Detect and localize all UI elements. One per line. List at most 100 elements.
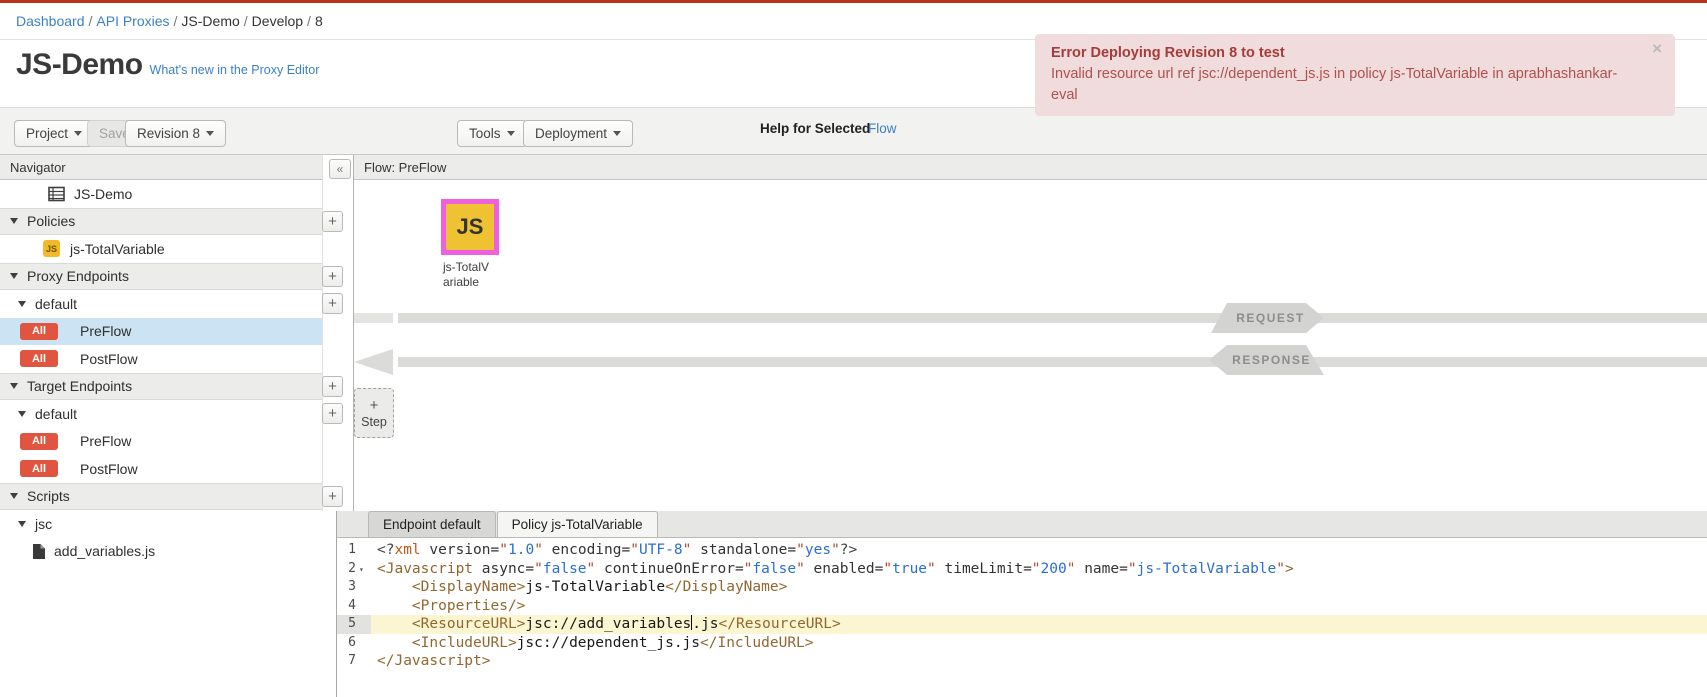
navigator-panel: Navigator « JS-Demo Policies + JSjs-TotalVa… (0, 155, 352, 697)
js-policy-label-line2: ariable (443, 275, 513, 290)
nav-row-target-endpoints[interactable]: Target Endpoints + (0, 373, 352, 401)
nav-label-policies: Policies (27, 213, 75, 229)
gutter-6: 6 (337, 634, 371, 653)
help-for-selected-label: Help for Selected (760, 121, 870, 136)
caret-down-icon (18, 411, 26, 417)
nav-row-jsc[interactable]: jsc (0, 510, 352, 538)
breadcrumb-item-8: 8 (315, 13, 323, 29)
editor-tabbar: Endpoint defaultPolicy js-TotalVariable (337, 511, 1707, 538)
caret-down-icon (613, 131, 621, 136)
close-icon[interactable]: × (1652, 40, 1662, 57)
line-number: 1 (337, 541, 359, 560)
revision-menu-button[interactable]: Revision 8 (125, 120, 226, 147)
add-button[interactable]: + (322, 211, 343, 232)
breadcrumb-separator: / (244, 13, 248, 29)
nav-row-postflow[interactable]: AllPostFlow (0, 345, 352, 373)
tools-menu-button[interactable]: Tools (457, 120, 527, 147)
nav-label-default: default (35, 296, 77, 312)
code-editor-panel[interactable]: Endpoint defaultPolicy js-TotalVariable … (336, 511, 1707, 697)
add-button[interactable]: + (322, 486, 343, 507)
gutter-5: 5 (337, 615, 371, 634)
code-line-4: 4 <Properties/> (337, 597, 1707, 616)
fold-spacer (359, 578, 371, 597)
request-lane-stub (354, 313, 393, 323)
breadcrumb: Dashboard/API Proxies/JS-Demo/Develop/8 (16, 13, 323, 29)
code-text: </Javascript> (371, 652, 1707, 671)
all-badge: All (20, 323, 58, 340)
gutter-4: 4 (337, 597, 371, 616)
nav-label-js-demo: JS-Demo (74, 186, 132, 202)
nav-row-js-demo[interactable]: JS-Demo (0, 180, 352, 208)
code-text: <?xml version="1.0" encoding="UTF-8" sta… (371, 541, 1707, 560)
nav-label-target-endpoints: Target Endpoints (27, 378, 132, 394)
nav-row-add-variables-js[interactable]: add_variables.js (0, 538, 352, 566)
fold-spacer (359, 652, 371, 671)
nav-row-preflow[interactable]: All PreFlow (0, 318, 352, 346)
request-lane (398, 313, 1707, 323)
page-title: JS-Demo (16, 48, 143, 82)
nav-row-policies[interactable]: Policies + (0, 208, 352, 236)
nav-row-default[interactable]: default + (0, 400, 352, 428)
nav-row-preflow[interactable]: AllPreFlow (0, 428, 352, 456)
code-text: <IncludeURL>jsc://dependent_js.js</Inclu… (371, 634, 1707, 653)
js-policy-label-line1: js-TotalV (443, 260, 513, 275)
flow-header-label: Flow: PreFlow (364, 160, 446, 175)
file-icon (33, 544, 45, 559)
nav-label-preflow: PreFlow (80, 323, 131, 339)
breadcrumb-item-dashboard[interactable]: Dashboard (16, 13, 85, 29)
gutter-1: 1 (337, 541, 371, 560)
revision-menu-label: Revision 8 (137, 126, 200, 141)
flow-header: Flow: PreFlow (354, 155, 1707, 180)
caret-down-icon (18, 521, 26, 527)
error-alert-title: Error Deploying Revision 8 to test (1051, 43, 1635, 64)
breadcrumb-separator: / (174, 13, 178, 29)
collapse-panel-button[interactable]: « (329, 159, 351, 179)
project-menu-label: Project (26, 126, 68, 141)
caret-down-icon (10, 273, 18, 279)
line-number: 6 (337, 634, 359, 653)
response-chevron: RESPONSE (1209, 345, 1324, 375)
plus-icon: + (370, 397, 379, 415)
top-red-bar (0, 0, 1707, 3)
js-policy-node[interactable]: JS (441, 199, 499, 255)
add-step-button[interactable]: + Step (354, 388, 394, 438)
gutter-3: 3 (337, 578, 371, 597)
nav-row-default[interactable]: default + (0, 290, 352, 318)
breadcrumb-item-develop: Develop (252, 13, 303, 29)
code-text: <DisplayName>js-TotalVariable</DisplayNa… (371, 578, 1707, 597)
fold-spacer (359, 541, 371, 560)
code-line-2: 2▾<Javascript async="false" continueOnEr… (337, 560, 1707, 579)
project-menu-button[interactable]: Project (14, 120, 94, 147)
nav-row-js-totalvariable[interactable]: JSjs-TotalVariable (0, 235, 352, 263)
add-button[interactable]: + (322, 293, 343, 314)
add-button[interactable]: + (322, 376, 343, 397)
flow-panel: Flow: PreFlow JS js-TotalV ariable REQUE… (353, 155, 1707, 511)
tools-menu-label: Tools (469, 126, 501, 141)
caret-down-icon (10, 493, 18, 499)
code-text: <ResourceURL>jsc://add_variables.js</Res… (371, 615, 1707, 634)
tab-endpoint-default[interactable]: Endpoint default (368, 511, 496, 537)
deployment-menu-button[interactable]: Deployment (523, 120, 633, 147)
breadcrumb-item-js-demo: JS-Demo (181, 13, 239, 29)
nav-row-postflow[interactable]: AllPostFlow (0, 455, 352, 483)
nav-row-scripts[interactable]: Scripts+ (0, 483, 352, 511)
breadcrumb-item-api-proxies[interactable]: API Proxies (96, 13, 169, 29)
code-text: <Properties/> (371, 597, 1707, 616)
code-line-3: 3 <DisplayName>js-TotalVariable</Display… (337, 578, 1707, 597)
nav-label-postflow: PostFlow (80, 461, 138, 477)
nav-row-proxy-endpoints[interactable]: Proxy Endpoints+ (0, 263, 352, 291)
js-policy-label: js-TotalV ariable (443, 260, 513, 290)
add-button[interactable]: + (322, 403, 343, 424)
navigator-title: Navigator (10, 160, 66, 175)
gutter-7: 7 (337, 652, 371, 671)
caret-down-icon (507, 131, 515, 136)
flow-help-link[interactable]: Flow (868, 121, 897, 136)
line-number: 2 (337, 560, 359, 579)
whats-new-link[interactable]: What's new in the Proxy Editor (150, 63, 320, 77)
tab-policy-js-totalvariable[interactable]: Policy js-TotalVariable (497, 511, 658, 537)
add-button[interactable]: + (322, 266, 343, 287)
nav-label-default: default (35, 406, 77, 422)
code-line-7: 7</Javascript> (337, 652, 1707, 671)
navigator-rows: JS-Demo Policies + JSjs-TotalVariableProxy … (0, 180, 352, 565)
fold-toggle-icon[interactable]: ▾ (359, 560, 371, 579)
